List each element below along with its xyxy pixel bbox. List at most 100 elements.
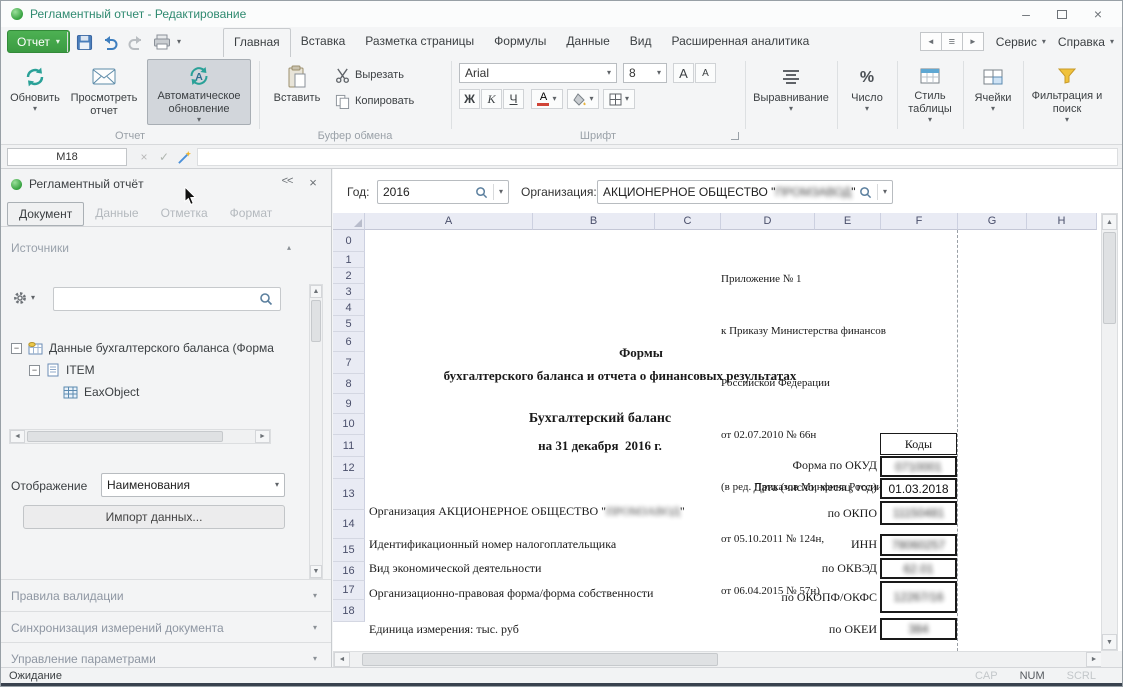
borders-button[interactable]: ▾ — [603, 89, 635, 109]
row-header[interactable]: 17 — [333, 581, 365, 600]
formula-wizard-button[interactable] — [175, 148, 193, 166]
tree-collapse-icon[interactable]: − — [11, 343, 22, 354]
import-data-button[interactable]: Импорт данных... — [23, 505, 285, 529]
ribbon-list-button[interactable]: ≡ — [941, 32, 963, 51]
table-style-button[interactable]: Стиль таблицы ▾ — [901, 59, 959, 125]
alignment-button[interactable]: Выравнивание ▾ — [749, 59, 833, 125]
scroll-right-button[interactable]: ► — [1086, 652, 1102, 667]
column-header[interactable]: C — [655, 213, 721, 230]
sources-search-input[interactable] — [53, 287, 281, 311]
panel-close-button[interactable]: × — [303, 175, 323, 190]
sheet-grid[interactable]: Приложение № 1 к Приказу Министерства фи… — [365, 230, 1097, 651]
row-header[interactable]: 2 — [333, 268, 365, 284]
section-parameter-management[interactable]: Управление параметрами ▾ — [1, 642, 331, 667]
row-header[interactable]: 3 — [333, 284, 365, 300]
font-color-button[interactable]: А ▾ — [531, 89, 563, 109]
row-header[interactable]: 12 — [333, 457, 365, 479]
cut-button[interactable]: Вырезать — [335, 65, 404, 85]
tab-formuly[interactable]: Формулы — [484, 28, 556, 57]
cells-button[interactable]: Ячейки ▾ — [967, 59, 1019, 125]
font-dialog-launcher[interactable] — [731, 132, 739, 140]
scroll-down-button[interactable]: ▼ — [310, 565, 322, 578]
row-header[interactable]: 7 — [333, 352, 365, 374]
row-header[interactable]: 9 — [333, 394, 365, 414]
cell-name-box[interactable]: M18 — [7, 148, 127, 166]
scroll-left-button[interactable]: ◄ — [10, 430, 25, 443]
help-menu[interactable]: Справка ▾ — [1058, 35, 1114, 49]
scrollbar-thumb[interactable] — [362, 653, 718, 666]
copy-button[interactable]: Копировать — [335, 91, 414, 111]
minimize-button[interactable]: – — [1008, 3, 1044, 25]
row-header[interactable]: 15 — [333, 539, 365, 562]
print-dropdown[interactable]: ▾ — [173, 32, 185, 52]
column-header[interactable]: F — [881, 213, 958, 230]
scrollbar-thumb[interactable] — [1103, 232, 1116, 324]
tab-vid[interactable]: Вид — [620, 28, 662, 57]
formula-cancel-button[interactable]: × — [135, 148, 153, 166]
row-header[interactable]: 11 — [333, 435, 365, 457]
organization-combo[interactable]: АКЦИОНЕРНОЕ ОБЩЕСТВО "ПРОМЗАВОД" ▾ — [597, 180, 893, 204]
row-header[interactable]: 14 — [333, 510, 365, 539]
panel-tab-format[interactable]: Формат — [219, 202, 284, 226]
preview-report-button[interactable]: Просмотреть отчет — [65, 59, 143, 125]
tab-vstavka[interactable]: Вставка — [291, 28, 356, 57]
column-header[interactable]: D — [721, 213, 815, 230]
collapse-arrow-icon[interactable]: ▴ — [287, 243, 291, 252]
ribbon-nav-right-button[interactable]: ► — [962, 32, 984, 51]
service-menu[interactable]: Сервис ▾ — [996, 35, 1046, 49]
maximize-button[interactable] — [1044, 3, 1080, 25]
close-button[interactable]: × — [1080, 3, 1116, 25]
underline-button[interactable]: Ч — [503, 89, 524, 109]
column-header[interactable]: H — [1027, 213, 1097, 230]
tab-glavnaya[interactable]: Главная — [223, 28, 291, 57]
display-combo[interactable]: Наименования ▾ — [101, 473, 285, 497]
tree-item-item[interactable]: − ITEM — [29, 363, 289, 377]
select-all-corner[interactable] — [333, 213, 365, 230]
tree-hscrollbar[interactable]: ◄ ► — [9, 429, 271, 444]
undo-button[interactable] — [99, 32, 121, 52]
report-menu-button[interactable]: Отчет ▾ — [7, 30, 70, 53]
column-header[interactable]: B — [533, 213, 655, 230]
paste-button[interactable]: Вставить — [267, 59, 327, 125]
panel-tab-data[interactable]: Данные — [84, 202, 149, 226]
sources-settings-button[interactable]: ▾ — [13, 291, 35, 305]
row-header[interactable]: 16 — [333, 562, 365, 581]
section-validation-rules[interactable]: Правила валидации ▾ — [1, 579, 331, 611]
panel-vscrollbar[interactable]: ▲ ▼ — [309, 284, 323, 579]
refresh-button[interactable]: Обновить ▾ — [7, 59, 63, 125]
row-header[interactable]: 5 — [333, 316, 365, 332]
tree-item-eaxobject[interactable]: EaxObject — [63, 385, 289, 399]
filter-search-button[interactable]: Фильтрация и поиск ▾ — [1027, 59, 1107, 125]
column-header[interactable]: G — [958, 213, 1027, 230]
tree-item-balance-data[interactable]: − Данные бухгалтерского баланса (Форма — [11, 341, 289, 355]
bold-button[interactable]: Ж — [459, 89, 480, 109]
year-combo[interactable]: 2016 ▾ — [377, 180, 509, 204]
row-header[interactable]: 1 — [333, 252, 365, 268]
scroll-right-button[interactable]: ► — [255, 430, 270, 443]
column-header[interactable]: E — [815, 213, 881, 230]
panel-tab-document[interactable]: Документ — [7, 202, 84, 226]
sheet-vscrollbar[interactable]: ▲ ▼ — [1101, 213, 1118, 651]
shrink-font-button[interactable]: A — [695, 63, 716, 83]
formula-enter-button[interactable]: ✓ — [155, 148, 173, 166]
row-header[interactable]: 6 — [333, 332, 365, 352]
row-header[interactable]: 13 — [333, 479, 365, 510]
italic-button[interactable]: К — [481, 89, 502, 109]
tab-analitika[interactable]: Расширенная аналитика — [661, 28, 819, 57]
sheet-hscrollbar[interactable]: ◄ ► — [333, 651, 1103, 668]
scroll-down-button[interactable]: ▼ — [1102, 634, 1117, 650]
section-dimension-sync[interactable]: Синхронизация измерений документа ▾ — [1, 611, 331, 642]
scroll-up-button[interactable]: ▲ — [1102, 214, 1117, 230]
tab-dannye[interactable]: Данные — [556, 28, 619, 57]
sources-section-header[interactable]: Источники — [11, 241, 69, 255]
scroll-left-button[interactable]: ◄ — [334, 652, 350, 667]
fill-color-button[interactable]: ▾ — [567, 89, 599, 109]
scrollbar-thumb[interactable] — [27, 431, 223, 442]
tree-collapse-icon[interactable]: − — [29, 365, 40, 376]
save-button[interactable] — [73, 32, 95, 52]
font-name-combo[interactable]: Arial ▾ — [459, 63, 617, 83]
row-header[interactable]: 0 — [333, 230, 365, 252]
formula-input[interactable] — [197, 148, 1118, 166]
scroll-up-button[interactable]: ▲ — [310, 285, 322, 298]
redo-button[interactable] — [125, 32, 147, 52]
